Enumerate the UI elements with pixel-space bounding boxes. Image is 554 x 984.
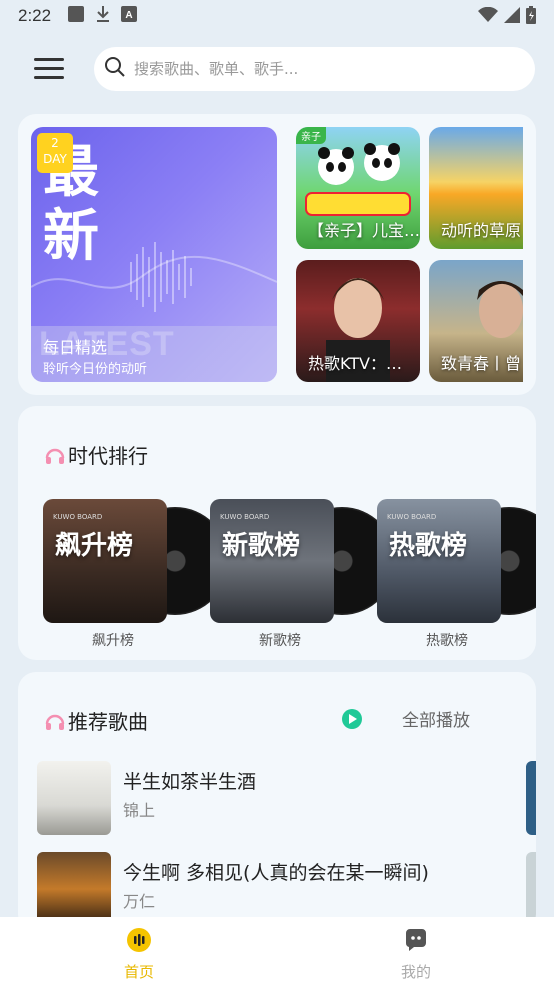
play-icon — [342, 708, 362, 729]
play-all-button[interactable]: 全部播放 — [342, 706, 470, 731]
song-thumbnail — [37, 761, 111, 835]
song-title: 今生啊 多相见(人真的会在某一瞬间) — [123, 862, 429, 884]
daily-picks-banner[interactable]: 最 新 2 DAY LATEST 每日精选 聆听今日份的动听 — [31, 127, 277, 382]
ranking-chart-item[interactable]: KUWO BOARD 热歌榜 热歌榜 — [377, 499, 536, 654]
tile-label: 【亲子】儿宝… — [308, 221, 420, 240]
playlist-tile[interactable]: 亲子 【亲子】儿宝… — [296, 127, 420, 249]
nav-mine-label: 我的 — [400, 963, 431, 981]
a-icon: A — [121, 6, 138, 26]
play-all-label: 全部播放 — [402, 711, 470, 731]
cover-title: 飙升榜 — [55, 531, 134, 561]
battery-icon — [526, 6, 536, 28]
menu-icon-line — [34, 67, 64, 70]
home-icon — [127, 928, 151, 952]
nav-home[interactable]: 首页 — [99, 927, 179, 982]
playlist-tile[interactable]: 动听的草原 — [429, 127, 523, 249]
header — [0, 44, 554, 96]
search-icon — [104, 56, 126, 82]
sound-wave-decoration — [31, 242, 277, 312]
banner-title: 每日精选 — [43, 338, 108, 357]
song-row[interactable]: 半生如茶半生酒 锦上 — [18, 761, 536, 835]
status-time: 2:22 — [18, 6, 52, 25]
song-thumbnail — [37, 852, 111, 926]
ranking-label: 新歌榜 — [259, 633, 301, 649]
menu-button[interactable] — [34, 58, 64, 82]
signal-icon — [504, 7, 520, 27]
banner-subtitle: 聆听今日份的动听 — [43, 362, 148, 377]
menu-icon-line — [34, 58, 64, 61]
next-cover-peek — [526, 761, 536, 835]
cover-brand: KUWO BOARD — [387, 513, 437, 521]
ranking-cover: KUWO BOARD 热歌榜 — [377, 499, 501, 623]
photo-icon — [67, 5, 85, 27]
next-cover-peek — [526, 852, 536, 926]
playlist-tile[interactable]: 热歌KTV：… — [296, 260, 420, 382]
cover-brand: KUWO BOARD — [220, 513, 270, 521]
recommended-card: 推荐歌曲 全部播放 半生如茶半生酒 锦上 今生啊 多相见(人真的会在某一瞬间) … — [18, 672, 536, 932]
song-artist: 万仁 — [123, 892, 156, 911]
menu-icon-line — [34, 76, 64, 79]
download-icon — [95, 5, 111, 27]
ranking-cover: KUWO BOARD 新歌榜 — [210, 499, 334, 623]
tile-label: 热歌KTV：… — [308, 354, 402, 373]
rankings-card: 时代排行 KUWO BOARD 飙升榜 飙升榜 KUWO BOARD 新歌榜 新… — [18, 406, 536, 660]
tile-label: 动听的草原 — [441, 221, 522, 240]
ranking-label: 飙升榜 — [92, 633, 134, 649]
cover-brand: KUWO BOARD — [53, 513, 103, 521]
ranking-chart-item[interactable]: KUWO BOARD 新歌榜 新歌榜 — [210, 499, 396, 654]
section-header: 推荐歌曲 — [44, 706, 148, 735]
song-title: 半生如茶半生酒 — [123, 771, 257, 793]
day-badge-unit: DAY — [43, 151, 67, 166]
status-bar: 2:22 A — [0, 0, 554, 32]
recommended-title: 推荐歌曲 — [68, 710, 148, 734]
song-row[interactable]: 今生啊 多相见(人真的会在某一瞬间) 万仁 — [18, 852, 536, 926]
wifi-icon — [478, 6, 498, 27]
banner-footer: 每日精选 聆听今日份的动听 — [31, 326, 277, 382]
cover-title: 新歌榜 — [222, 531, 301, 561]
rankings-title: 时代排行 — [68, 444, 148, 468]
search-input[interactable] — [134, 60, 514, 78]
ranking-label: 热歌榜 — [426, 633, 468, 649]
featured-card: 最 新 2 DAY LATEST 每日精选 聆听今日份的动听 亲子 【亲子】儿宝… — [18, 114, 536, 395]
playlist-tile[interactable]: 致青春丨曾 — [429, 260, 523, 382]
headphone-icon — [45, 714, 65, 730]
bottom-nav: 首页 我的 — [0, 917, 554, 984]
ranking-cover: KUWO BOARD 飙升榜 — [43, 499, 167, 623]
nav-mine[interactable]: 我的 — [376, 927, 456, 982]
user-icon — [405, 929, 426, 951]
tile-label: 致青春丨曾 — [441, 354, 522, 373]
ranking-chart-item[interactable]: KUWO BOARD 飙升榜 飙升榜 — [43, 499, 229, 654]
tile-tag: 亲子 — [296, 127, 326, 144]
search-bar[interactable] — [94, 47, 535, 91]
section-header: 时代排行 — [44, 440, 148, 469]
day-badge: 2 DAY — [37, 133, 73, 173]
svg-text:A: A — [125, 10, 132, 21]
cover-title: 热歌榜 — [389, 531, 468, 561]
day-badge-number: 2 — [51, 136, 59, 150]
nav-home-label: 首页 — [123, 963, 154, 981]
headphone-icon — [45, 448, 65, 464]
song-artist: 锦上 — [123, 801, 156, 820]
